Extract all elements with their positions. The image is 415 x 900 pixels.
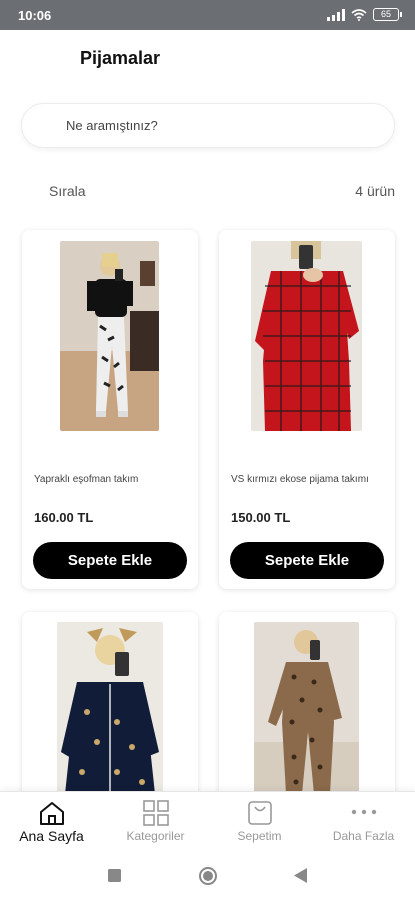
battery-icon: 65 [373, 8, 402, 21]
system-nav-bar [0, 851, 415, 900]
search-input[interactable]: Ne aramıştınız? [21, 103, 395, 148]
product-image [57, 622, 163, 794]
nav-more[interactable]: Daha Fazla [312, 792, 415, 852]
nav-categories[interactable]: Kategoriler [104, 792, 207, 852]
home-button-icon[interactable] [198, 866, 218, 886]
nav-home[interactable]: Ana Sayfa [0, 792, 103, 852]
product-name: Yapraklı eşofman takım [34, 474, 139, 485]
grid-icon [142, 800, 169, 826]
nav-label: Ana Sayfa [19, 828, 84, 844]
nav-label: Kategoriler [126, 829, 185, 843]
product-price: 150.00 TL [231, 510, 291, 525]
add-to-cart-button[interactable]: Sepete Ekle [33, 542, 187, 579]
product-card[interactable] [219, 612, 395, 812]
product-card[interactable]: Yapraklı eşofman takım 160.00 TL Sepete … [22, 230, 198, 589]
add-to-cart-button[interactable]: Sepete Ekle [230, 542, 384, 579]
signal-icon [327, 8, 345, 21]
nav-label: Daha Fazla [332, 829, 395, 843]
product-card[interactable] [22, 612, 198, 812]
page-title: Pijamalar [80, 48, 161, 68]
shopping-bag-icon [247, 801, 272, 825]
recents-icon[interactable] [108, 869, 121, 882]
product-price: 160.00 TL [34, 510, 94, 525]
status-icons: 65 [327, 8, 402, 21]
search-placeholder: Ne aramıştınız? [66, 118, 158, 133]
home-icon [39, 802, 64, 825]
sort-button[interactable]: Sırala [49, 183, 86, 199]
back-icon[interactable] [294, 868, 307, 883]
product-card[interactable]: VS kırmızı ekose pijama takımı 150.00 TL… [219, 230, 395, 589]
bottom-nav: Ana Sayfa Kategoriler Sepetim Daha Fazla [0, 791, 415, 851]
product-image [60, 241, 159, 431]
product-image [254, 622, 359, 794]
product-image [251, 241, 362, 431]
product-count: 4 ürün [355, 183, 395, 199]
more-icon [351, 809, 376, 815]
wifi-icon [351, 8, 367, 21]
status-time: 10:06 [18, 8, 52, 23]
nav-label: Sepetim [237, 829, 282, 843]
status-bar: 10:06 65 [0, 0, 415, 30]
product-name: VS kırmızı ekose pijama takımı [231, 474, 369, 485]
nav-cart[interactable]: Sepetim [208, 792, 311, 852]
